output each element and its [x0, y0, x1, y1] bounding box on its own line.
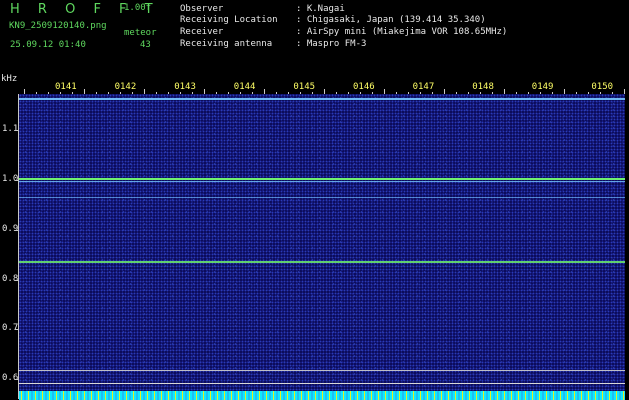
x-tick-label: 0141 — [55, 82, 77, 92]
reference-line — [19, 383, 625, 384]
y-tick-label: 0.8 — [2, 273, 19, 284]
antenna-label: Receiving antenna — [180, 39, 273, 49]
location-value: : Chigasaki, Japan (139.414 35.340) — [296, 15, 486, 25]
y-axis-unit: kHz — [1, 74, 18, 84]
y-tick-label: 1.0 — [2, 174, 19, 184]
detection-strip — [19, 391, 625, 400]
y-tick-label: 0.7 — [2, 323, 19, 334]
version-label: 1.00f — [124, 3, 152, 13]
antenna-value: : Maspro FM-3 — [296, 39, 367, 49]
carrier-trace-line — [19, 177, 625, 180]
x-tick-label: 0144 — [233, 82, 256, 92]
x-tick-label: 0148 — [472, 82, 494, 92]
x-tick-label: 0143 — [174, 82, 196, 92]
location-label: Receiving Location — [180, 15, 278, 25]
meteor-count: 43 — [140, 40, 151, 50]
x-tick-label: 0150 — [591, 82, 614, 92]
filename-label: KN9_2509120140.png — [9, 21, 107, 31]
observer-value: : K.Nagai — [296, 4, 345, 14]
spectrogram-plot — [19, 94, 625, 391]
meteor-label: meteor — [124, 28, 157, 38]
x-tick-label: 0147 — [412, 82, 435, 92]
datetime-label: 25.09.12 01:40 — [10, 40, 86, 50]
receiver-value: : AirSpy mini (Miakejima VOR 108.65MHz) — [296, 27, 508, 37]
y-tick-label: 1.1 — [2, 124, 19, 135]
x-tick-label: 0149 — [531, 82, 554, 92]
x-tick-label: 0146 — [353, 82, 375, 92]
x-tick-label: 0142 — [114, 82, 137, 92]
y-tick-label: 0.6 — [2, 373, 19, 383]
carrier-trace-line — [19, 370, 625, 372]
carrier-trace-line — [19, 180, 625, 182]
carrier-trace-line — [19, 97, 625, 100]
carrier-trace-line — [19, 261, 625, 264]
x-tick-label: 0145 — [293, 82, 316, 92]
y-tick-label: 0.9 — [2, 223, 19, 234]
observer-label: Observer — [180, 4, 224, 14]
carrier-trace-line — [19, 197, 625, 199]
receiver-label: Receiver — [180, 27, 224, 37]
